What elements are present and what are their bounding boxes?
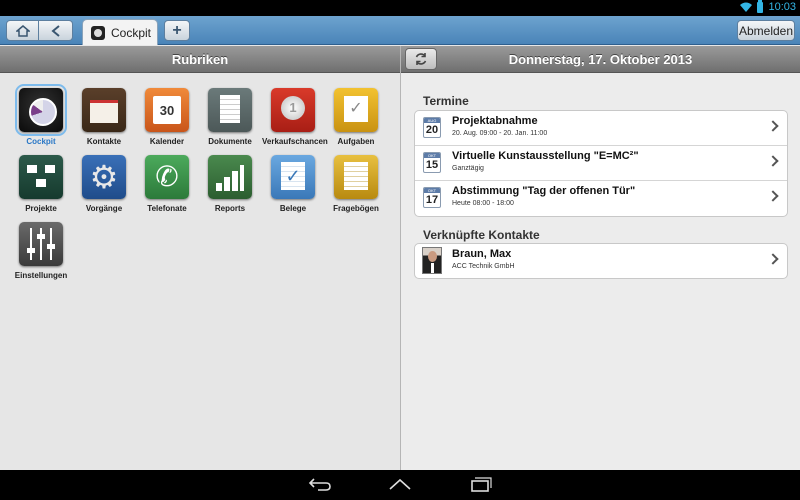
calendar-badge: 30 <box>153 96 181 124</box>
app-reports[interactable]: Reports <box>199 151 261 213</box>
battery-icon <box>757 0 764 13</box>
recent-apps-icon[interactable] <box>468 476 492 492</box>
add-tab-button[interactable]: + <box>164 20 190 41</box>
back-nav-icon[interactable] <box>308 476 332 492</box>
app-label: Telefonate <box>147 204 187 213</box>
list-item[interactable]: OKT 17 Abstimmung "Tag der offenen Tür" … <box>415 181 787 216</box>
app-label: Aufgaben <box>337 137 375 146</box>
app-label: Kalender <box>149 137 185 146</box>
wifi-icon <box>740 2 753 12</box>
processes-icon <box>82 155 126 199</box>
kontakte-list: Braun, Max ACC Technik GmbH <box>414 243 788 279</box>
app-label: Reports <box>214 204 246 213</box>
reports-icon <box>208 155 252 199</box>
termine-list: AUG 20 Projektabnahme 20. Aug. 09:00 - 2… <box>414 110 788 217</box>
home-icon <box>15 24 30 37</box>
contacts-icon <box>82 88 126 132</box>
avatar <box>422 247 442 274</box>
receipts-icon <box>271 155 315 199</box>
settings-icon <box>19 222 63 266</box>
calendar-date-icon: AUG 20 <box>423 117 441 138</box>
phone-calls-icon <box>145 155 189 199</box>
app-label: Dokumente <box>208 137 252 146</box>
list-item[interactable]: OKT 15 Virtuelle Kunstausstellung "E=MC²… <box>415 146 787 181</box>
app-kontakte[interactable]: Kontakte <box>73 84 135 146</box>
logout-button[interactable]: Abmelden <box>737 20 795 41</box>
app-label: Vorgänge <box>85 204 123 213</box>
contact-company: ACC Technik GmbH <box>452 263 515 270</box>
back-button[interactable] <box>39 20 73 41</box>
app-cockpit[interactable]: Cockpit <box>10 84 72 146</box>
questionnaires-icon <box>334 155 378 199</box>
clock: 10:03 <box>768 1 796 13</box>
app-label: Projekte <box>25 204 57 213</box>
date-day: 20 <box>425 124 439 136</box>
app-label: Kontakte <box>86 137 122 146</box>
app-belege[interactable]: Belege <box>262 151 324 213</box>
item-subtitle: 20. Aug. 09:00 - 20. Jan. 11:00 <box>452 130 548 137</box>
sales-opportunity-icon <box>271 88 315 132</box>
chevron-right-icon <box>767 155 779 167</box>
date-day: 17 <box>425 194 439 206</box>
list-item[interactable]: Braun, Max ACC Technik GmbH <box>415 244 787 278</box>
refresh-button[interactable] <box>405 48 437 70</box>
tablet-screen: 10:03 Cockpit + Abmelden Rubriken Cockpi… <box>0 0 800 500</box>
app-kalender[interactable]: 30 Kalender <box>136 84 198 146</box>
chevron-right-icon <box>767 253 779 265</box>
documents-icon <box>208 88 252 132</box>
chevron-right-icon <box>767 190 779 202</box>
item-title: Projektabnahme <box>452 115 538 127</box>
app-label: Verkaufschancen <box>262 137 328 146</box>
top-toolbar: Cockpit + Abmelden <box>0 16 800 45</box>
app-vorgaenge[interactable]: Vorgänge <box>73 151 135 213</box>
app-telefonate[interactable]: Telefonate <box>136 151 198 213</box>
app-label: Fragebögen <box>333 204 379 213</box>
app-label: Cockpit <box>26 137 56 146</box>
tasks-icon <box>334 88 378 132</box>
refresh-icon <box>415 53 427 65</box>
status-bar: 10:03 <box>0 0 800 16</box>
calendar-date-icon: OKT 15 <box>423 152 441 173</box>
app-verkaufschancen[interactable]: Verkaufschancen <box>262 84 328 146</box>
chevron-right-icon <box>767 120 779 132</box>
contact-name: Braun, Max <box>452 248 512 260</box>
date-day: 15 <box>425 159 439 171</box>
termine-title: Termine <box>423 94 469 108</box>
item-subtitle: Heute 08:00 - 18:00 <box>452 200 514 207</box>
app-projekte[interactable]: Projekte <box>10 151 72 213</box>
home-button[interactable] <box>6 20 39 41</box>
list-item[interactable]: AUG 20 Projektabnahme 20. Aug. 09:00 - 2… <box>415 111 787 146</box>
projects-icon <box>19 155 63 199</box>
app-aufgaben[interactable]: Aufgaben <box>325 84 387 146</box>
app-frageboegen[interactable]: Fragebögen <box>325 151 387 213</box>
home-nav-icon[interactable] <box>388 476 412 492</box>
android-nav-bar <box>0 470 800 500</box>
app-label: Einstellungen <box>14 271 68 280</box>
date-header: Donnerstag, 17. Oktober 2013 <box>401 46 800 73</box>
rubriken-panel: Rubriken Cockpit Kontakte 30 Kalender Do… <box>0 46 400 470</box>
tab-cockpit[interactable]: Cockpit <box>82 19 158 45</box>
app-label: Belege <box>279 204 307 213</box>
calendar-icon: 30 <box>145 88 189 132</box>
cockpit-panel: Donnerstag, 17. Oktober 2013 Termine AUG… <box>401 46 800 470</box>
chevron-left-icon <box>50 24 60 37</box>
kontakte-title: Verknüpfte Kontakte <box>423 228 540 242</box>
date-title: Donnerstag, 17. Oktober 2013 <box>508 51 693 67</box>
item-title: Abstimmung "Tag der offenen Tür" <box>452 185 636 197</box>
cockpit-icon <box>91 25 105 40</box>
cockpit-icon <box>15 84 67 136</box>
item-subtitle: Ganztägig <box>452 165 484 172</box>
app-einstellungen[interactable]: Einstellungen <box>10 218 72 280</box>
rubriken-header: Rubriken <box>0 46 400 73</box>
tab-label: Cockpit <box>111 25 152 40</box>
calendar-date-icon: OKT 17 <box>423 187 441 208</box>
app-dokumente[interactable]: Dokumente <box>199 84 261 146</box>
item-title: Virtuelle Kunstausstellung "E=MC²" <box>452 150 639 162</box>
